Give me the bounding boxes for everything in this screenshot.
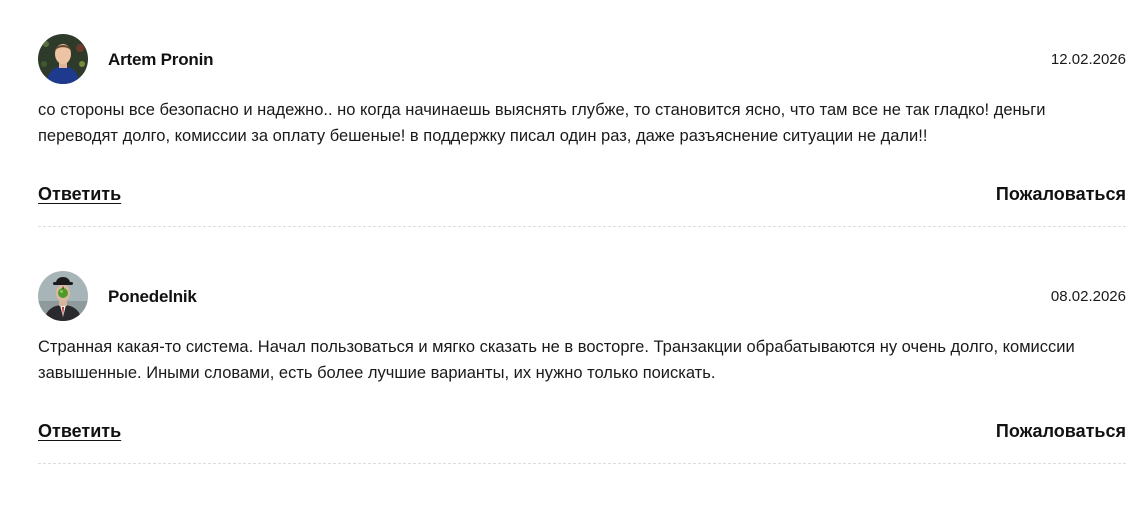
comment-header: Artem Pronin 12.02.2026 [38,34,1126,84]
comment-text: со стороны все безопасно и надежно.. но … [38,101,1046,145]
report-button[interactable]: Пожаловаться [996,421,1126,442]
comment-divider [38,226,1126,227]
comment-author: Artem Pronin [108,50,214,69]
comment-actions: Ответить Пожаловаться [38,184,1126,208]
comment-text: Странная какая-то система. Начал пользов… [38,338,1075,382]
comment-date: 12.02.2026 [1050,51,1126,68]
comment-date: 08.02.2026 [1050,288,1126,305]
comment-header: Ponedelnik 08.02.2026 [38,271,1126,321]
comment-author: Ponedelnik [108,287,197,306]
reply-button[interactable]: Ответить [38,184,121,205]
report-button[interactable]: Пожаловаться [996,184,1126,205]
bowler-hat-man-icon [38,271,88,321]
user-photo-icon [38,34,88,84]
comment-actions: Ответить Пожаловаться [38,421,1126,445]
comments-list: Artem Pronin 12.02.2026 со стороны все б… [38,34,1126,508]
reply-button[interactable]: Ответить [38,421,121,442]
comment-divider [38,463,1126,464]
comment-item: Ponedelnik 08.02.2026 Странная какая-то … [38,271,1126,508]
comment-item: Artem Pronin 12.02.2026 со стороны все б… [38,34,1126,271]
